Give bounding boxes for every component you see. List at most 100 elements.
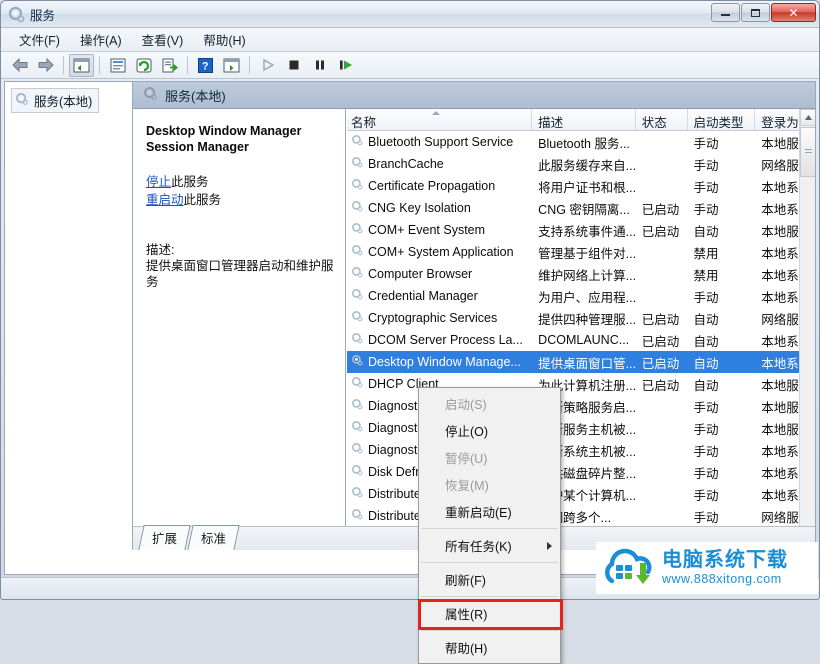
cell-startup-type: 手动 [688, 287, 756, 306]
column-status[interactable]: 状态 [636, 109, 688, 130]
service-gear-icon [351, 354, 364, 370]
cell-description: 提供桌面窗口管... [532, 353, 636, 372]
ctx-start-label: 启动(S) [445, 394, 487, 413]
restart-service-icon[interactable] [333, 54, 358, 77]
console-tree-pane: 服务(本地) [5, 82, 133, 550]
table-row[interactable]: CNG Key IsolationCNG 密钥隔离...已启动手动本地系 [347, 197, 815, 219]
cell-startup-type: 手动 [688, 419, 756, 438]
cell-startup-type: 自动 [688, 353, 756, 372]
service-name-label: BranchCache [368, 157, 444, 171]
console-content: 服务(本地) 服务(本地) Desktop Window Manager Ses… [4, 81, 816, 575]
ctx-restart[interactable]: 重新启动(E) [419, 498, 560, 525]
minimize-button[interactable] [711, 3, 740, 22]
table-row[interactable]: Certificate Propagation将用户证书和根...手动本地系 [347, 175, 815, 197]
service-gear-icon [351, 178, 364, 194]
stop-service-action[interactable]: 停止此服务 [146, 173, 335, 191]
cell-startup-type: 禁用 [688, 265, 756, 284]
column-name-label: 名称 [351, 112, 376, 131]
table-row[interactable]: COM+ Event System支持系统事件通...已启动自动本地服 [347, 219, 815, 241]
cell-status: 已启动 [636, 353, 688, 372]
service-gear-icon [351, 376, 364, 392]
cell-description: 此服务缓存来自... [532, 155, 636, 174]
restart-service-link[interactable]: 重启动 [146, 193, 184, 207]
cell-startup-type: 手动 [688, 155, 756, 174]
service-gear-icon [351, 200, 364, 216]
cell-status: 已启动 [636, 309, 688, 328]
cell-description: 为用户、应用程... [532, 287, 636, 306]
toolbar-separator [249, 56, 250, 74]
close-button[interactable]: ✕ [771, 3, 816, 22]
cell-description: DCOMLAUNC... [532, 333, 636, 347]
sort-ascending-icon [432, 111, 440, 115]
forward-icon[interactable] [33, 54, 58, 77]
vertical-scroll-thumb[interactable] [800, 127, 815, 177]
tab-extended[interactable]: 扩展 [138, 525, 190, 550]
restart-service-action[interactable]: 重启动此服务 [146, 191, 335, 209]
table-row[interactable]: BranchCache此服务缓存来自...手动网络服 [347, 153, 815, 175]
ctx-refresh[interactable]: 刷新(F) [419, 566, 560, 593]
service-gear-icon [351, 442, 364, 458]
export-list-icon[interactable] [157, 54, 182, 77]
cell-description: 维护网络上计算... [532, 265, 636, 284]
service-details-panel: Desktop Window Manager Session Manager 停… [133, 109, 346, 550]
cell-startup-type: 自动 [688, 309, 756, 328]
table-row[interactable]: DCOM Server Process La...DCOMLAUNC...已启动… [347, 329, 815, 351]
scroll-up-arrow-icon[interactable] [800, 109, 815, 126]
help-icon[interactable]: ? [193, 54, 218, 77]
tab-extended-label: 扩展 [152, 528, 177, 547]
column-startup-type[interactable]: 启动类型 [688, 109, 756, 130]
cell-description: 支持系统事件通... [532, 221, 636, 240]
service-gear-icon [351, 310, 364, 326]
service-name-label: Desktop Window Manage... [368, 355, 521, 369]
menu-bar: 文件(F) 操作(A) 查看(V) 帮助(H) [1, 28, 819, 52]
properties-icon[interactable] [105, 54, 130, 77]
column-description[interactable]: 描述 [532, 109, 636, 130]
ctx-refresh-label: 刷新(F) [445, 570, 486, 589]
start-service-icon[interactable] [255, 54, 280, 77]
tab-standard[interactable]: 标准 [187, 525, 239, 550]
table-row[interactable]: Cryptographic Services提供四种管理服...已启动自动网络服 [347, 307, 815, 329]
show-action-pane-icon[interactable] [219, 54, 244, 77]
menu-file[interactable]: 文件(F) [9, 27, 70, 52]
ctx-all-tasks[interactable]: 所有任务(K) [419, 532, 560, 559]
cell-startup-type: 手动 [688, 133, 756, 152]
list-vertical-scrollbar[interactable] [799, 109, 815, 533]
menu-action[interactable]: 操作(A) [70, 27, 132, 52]
maximize-button[interactable] [741, 3, 770, 22]
close-icon: ✕ [788, 6, 798, 20]
context-menu-separator [421, 562, 558, 563]
toolbar-separator [99, 56, 100, 74]
properties-highlight-box [418, 599, 563, 630]
service-gear-icon [351, 266, 364, 282]
cell-status: 已启动 [636, 331, 688, 350]
stop-service-link[interactable]: 停止 [146, 175, 171, 189]
cell-startup-type: 自动 [688, 331, 756, 350]
menu-view[interactable]: 查看(V) [132, 27, 194, 52]
show-tree-icon[interactable] [69, 54, 94, 77]
back-icon[interactable] [7, 54, 32, 77]
column-name[interactable]: 名称 [347, 109, 532, 130]
service-gear-icon [351, 332, 364, 348]
cell-startup-type: 自动 [688, 221, 756, 240]
context-menu-separator [421, 596, 558, 597]
table-row[interactable]: COM+ System Application管理基于组件对...禁用本地系 [347, 241, 815, 263]
cell-status: 已启动 [636, 199, 688, 218]
table-row[interactable]: Desktop Window Manage...提供桌面窗口管...已启动自动本… [347, 351, 815, 373]
scroll-thumb-grip-icon [805, 149, 812, 155]
list-column-headers: 名称 描述 状态 启动类型 登录为 [347, 109, 815, 131]
pause-service-icon[interactable] [307, 54, 332, 77]
svg-text:?: ? [202, 60, 209, 72]
stop-service-icon[interactable] [281, 54, 306, 77]
watermark-brand: 电脑系统下载 [662, 549, 788, 571]
refresh-icon[interactable] [131, 54, 156, 77]
menu-help[interactable]: 帮助(H) [193, 27, 255, 52]
watermark: 电脑系统下载 www.888xitong.com [596, 542, 818, 594]
table-row[interactable]: Credential Manager为用户、应用程...手动本地系 [347, 285, 815, 307]
table-row[interactable]: Computer Browser维护网络上计算...禁用本地系 [347, 263, 815, 285]
cell-startup-type: 手动 [688, 463, 756, 482]
minimize-icon [721, 14, 730, 16]
ctx-stop[interactable]: 停止(O) [419, 417, 560, 444]
table-row[interactable]: Bluetooth Support ServiceBluetooth 服务...… [347, 131, 815, 153]
sidebar-item-services-local[interactable]: 服务(本地) [11, 88, 99, 113]
ctx-help[interactable]: 帮助(H) [419, 634, 560, 661]
